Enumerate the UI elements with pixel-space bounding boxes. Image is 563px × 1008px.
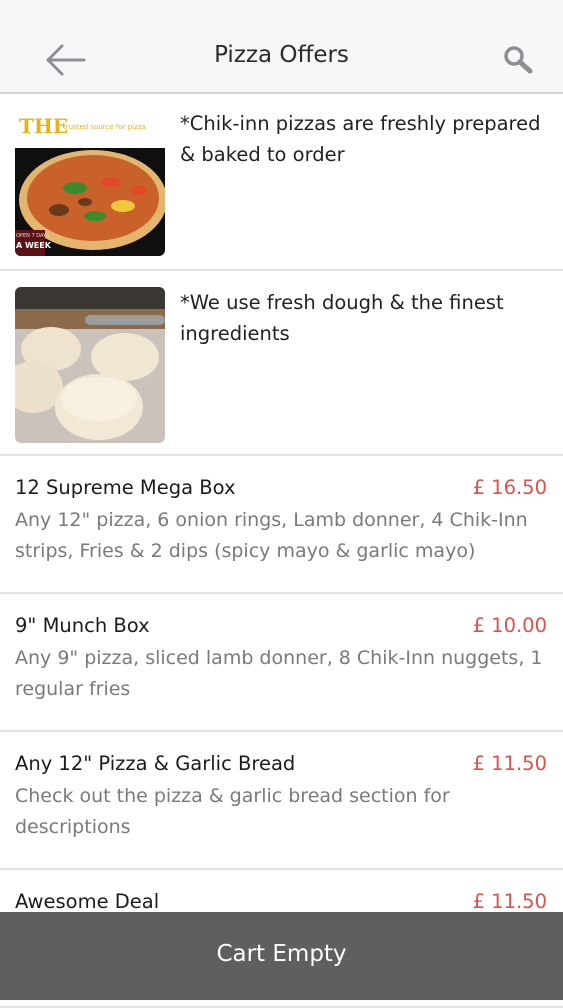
deal-price: £ 11.50 bbox=[472, 890, 547, 913]
deal-name: 9" Munch Box bbox=[15, 614, 150, 637]
search-icon bbox=[504, 46, 533, 74]
deal-item-supreme-mega-box[interactable]: 12 Supreme Mega Box £ 16.50 Any 12" pizz… bbox=[0, 456, 563, 594]
page-title: Pizza Offers bbox=[214, 42, 349, 68]
deal-description: Any 9" pizza, sliced lamb donner, 8 Chik… bbox=[15, 647, 543, 700]
deal-name: Awesome Deal bbox=[15, 890, 160, 913]
deal-description: Any 12" pizza, 6 onion rings, Lamb donne… bbox=[15, 509, 528, 562]
logo-text: THE bbox=[19, 114, 69, 138]
deal-name: 12 Supreme Mega Box bbox=[15, 476, 236, 499]
cart-button[interactable]: Cart Empty bbox=[0, 912, 563, 1000]
info-row-fresh-dough[interactable]: *We use fresh dough & the finest ingredi… bbox=[0, 271, 563, 456]
dough-image bbox=[15, 287, 165, 443]
deal-description: Check out the pizza & garlic bread secti… bbox=[15, 785, 450, 838]
search-button[interactable] bbox=[497, 38, 543, 82]
nav-header: Pizza Offers bbox=[0, 0, 563, 94]
deal-price: £ 11.50 bbox=[472, 752, 547, 775]
info-row-fresh-pizza[interactable]: THE trusted source for pizza OPEN 7 DAYS… bbox=[0, 94, 563, 271]
info-text: *We use fresh dough & the finest ingredi… bbox=[180, 291, 504, 345]
open-badge-line1: OPEN 7 DAYS bbox=[16, 233, 50, 239]
info-text: *Chik-inn pizzas are freshly prepared & … bbox=[180, 112, 541, 166]
offers-list: THE trusted source for pizza OPEN 7 DAYS… bbox=[0, 94, 563, 1008]
logo-tagline: trusted source for pizza bbox=[63, 123, 146, 131]
deal-item-pizza-garlic-bread[interactable]: Any 12" Pizza & Garlic Bread £ 11.50 Che… bbox=[0, 732, 563, 870]
deal-price: £ 10.00 bbox=[472, 614, 547, 637]
deal-item-munch-box[interactable]: 9" Munch Box £ 10.00 Any 9" pizza, slice… bbox=[0, 594, 563, 732]
deal-name: Any 12" Pizza & Garlic Bread bbox=[15, 752, 296, 775]
open-badge-line2: A WEEK bbox=[16, 241, 51, 250]
deal-price: £ 16.50 bbox=[472, 476, 547, 499]
pizza-image: THE trusted source for pizza OPEN 7 DAYS… bbox=[15, 110, 165, 256]
